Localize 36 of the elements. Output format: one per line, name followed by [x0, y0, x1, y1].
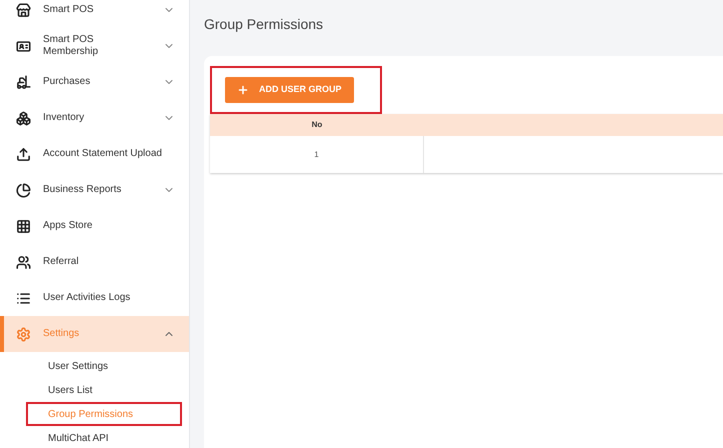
upload-icon: [16, 146, 31, 162]
settings-icon: [16, 326, 31, 342]
store-icon: [16, 2, 31, 18]
sidebar-item[interactable]: Apps Store: [0, 208, 189, 244]
sidebar-item[interactable]: Smart POS: [0, 0, 189, 28]
sidebar-item-label: Purchases: [43, 76, 92, 88]
sidebar-item[interactable]: Inventory: [0, 100, 189, 136]
sidebar-item[interactable]: Referral: [0, 244, 189, 280]
submenu-item[interactable]: MultiChat API: [28, 430, 109, 446]
grid-icon: [16, 218, 31, 234]
sidebar-item-label: Smart POS Membership: [43, 34, 100, 58]
sidebar-item[interactable]: Account Statement Upload: [0, 136, 189, 172]
submenu-item[interactable]: Users List: [28, 382, 92, 398]
sidebar-item[interactable]: Purchases: [0, 64, 189, 100]
list-icon: [16, 290, 31, 306]
submenu-item[interactable]: User Settings: [28, 358, 108, 374]
sidebar-item-label: Inventory: [43, 112, 86, 124]
sidebar-item-label: Settings: [43, 328, 80, 340]
sidebar-item-label: Referral: [43, 256, 80, 268]
boxes-icon: [16, 110, 31, 126]
sidebar-item[interactable]: Smart POS Membership: [0, 28, 189, 64]
pie-chart-icon: [16, 182, 31, 198]
sidebar-item-label: User Activities Logs: [43, 292, 132, 304]
sidebar-item[interactable]: User Activities Logs: [0, 280, 189, 316]
sidebar-item[interactable]: Business Reports: [0, 172, 189, 208]
sidebar-item-label: Apps Store: [43, 220, 94, 232]
users-icon: [16, 254, 31, 270]
column-header: No: [310, 119, 324, 131]
id-card-icon: [16, 38, 31, 54]
forklift-icon: [16, 74, 31, 90]
sidebar-item-label: Business Reports: [43, 184, 122, 196]
sidebar-item-label: Smart POS: [43, 4, 95, 16]
page-title: Group Permissions: [204, 15, 324, 34]
table-cell: 1: [210, 136, 424, 173]
plus-icon: [237, 84, 249, 96]
sidebar-item-label: Account Statement Upload: [43, 148, 163, 160]
